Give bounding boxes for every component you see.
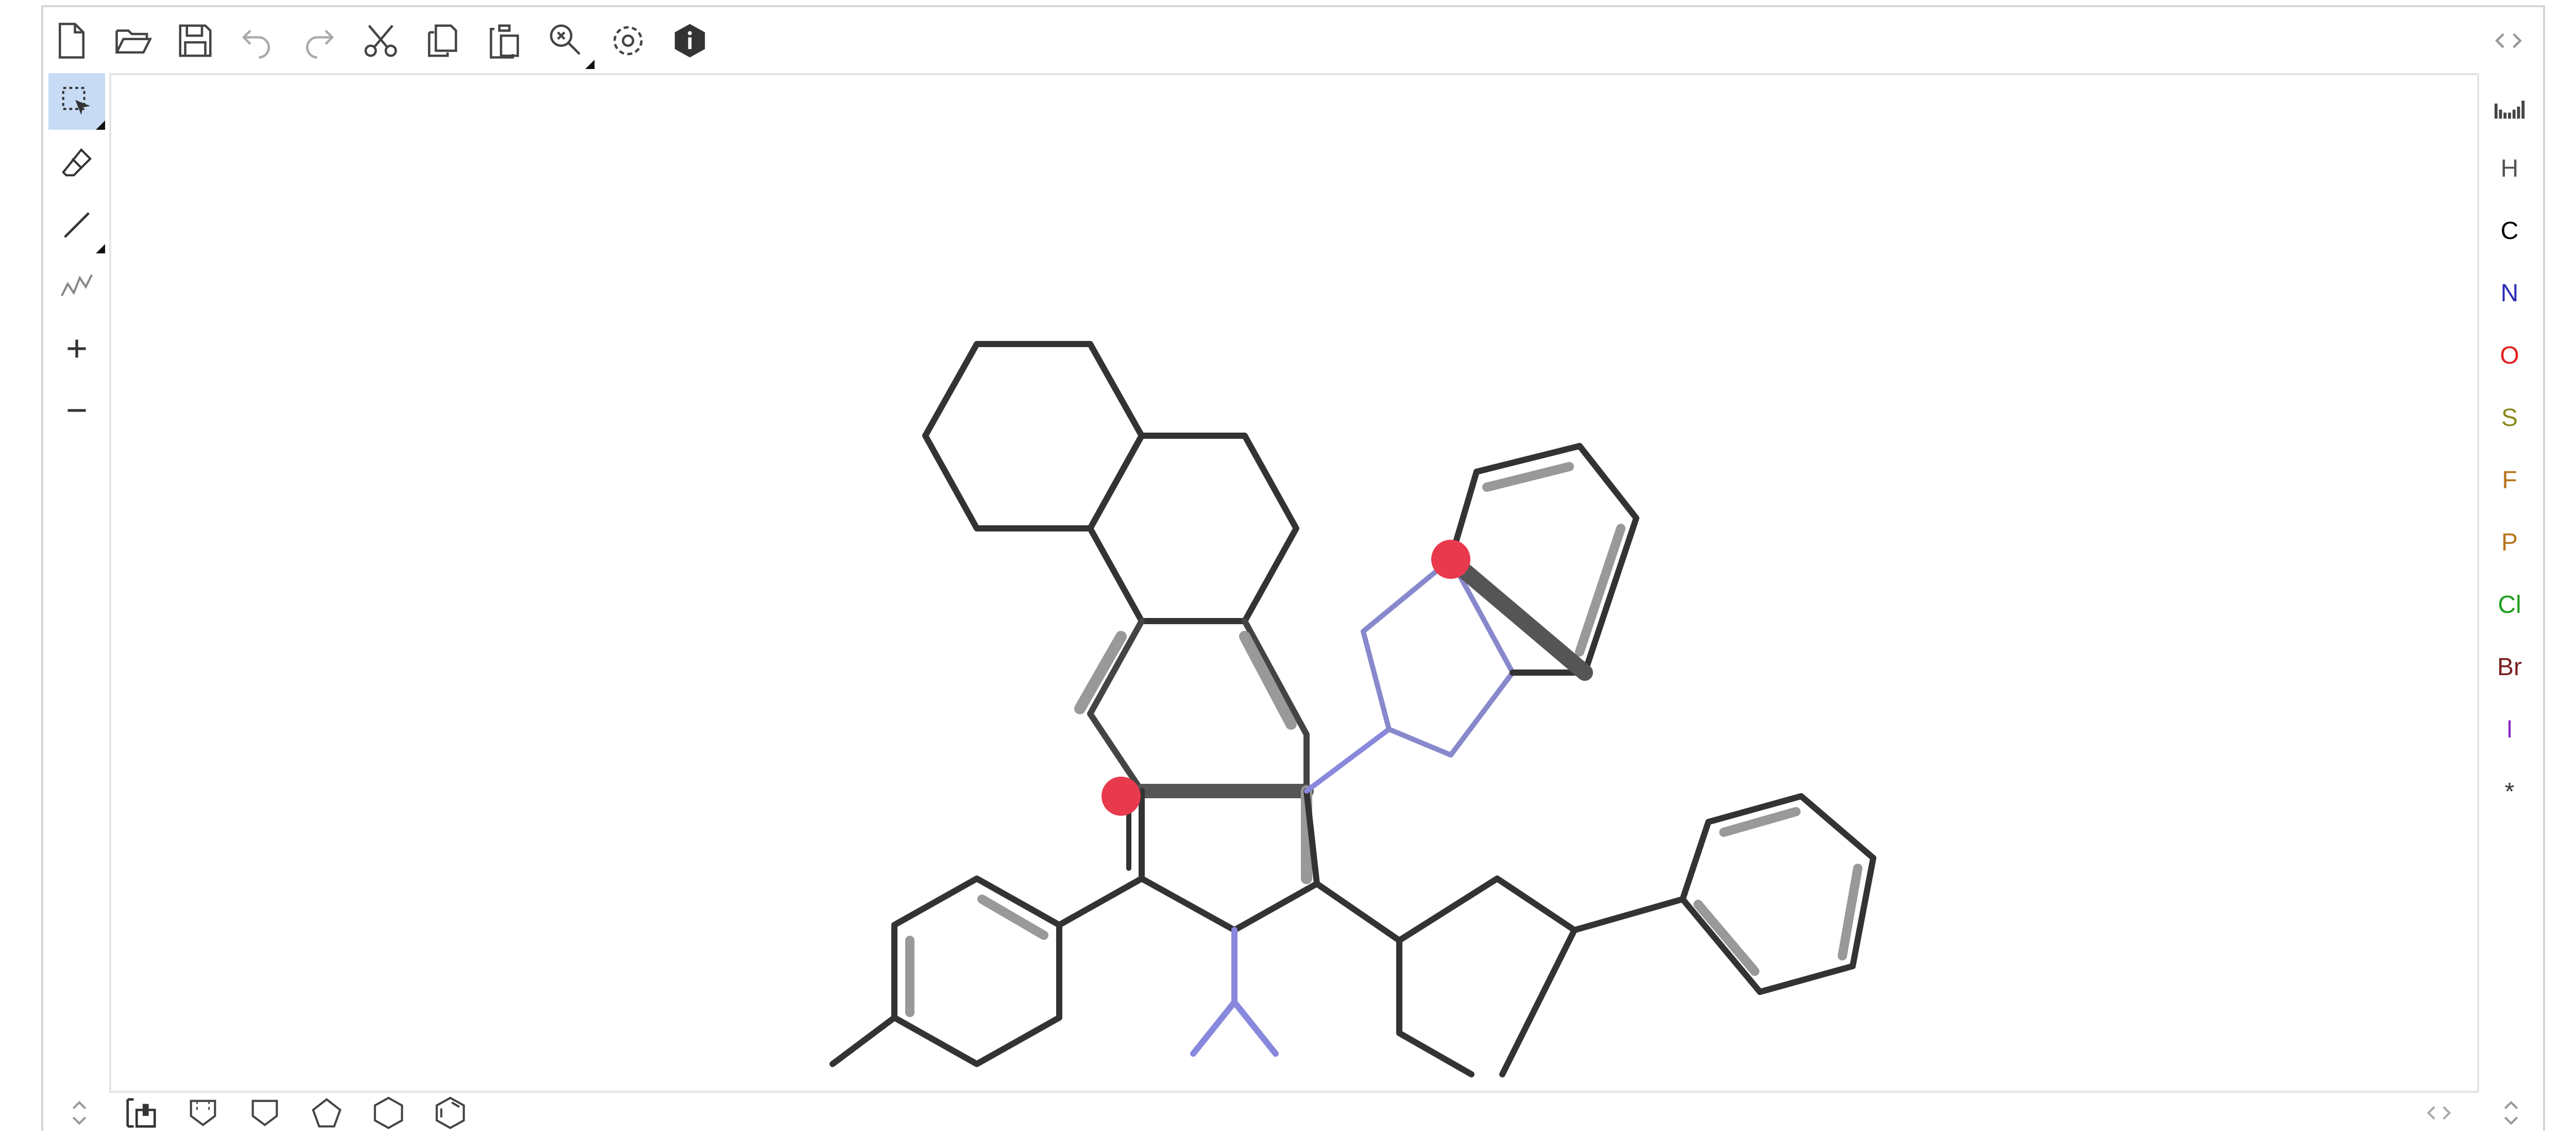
bottom-scroll-horizontal[interactable] (2413, 1093, 2465, 1133)
benzene-button[interactable] (425, 1093, 476, 1133)
info-icon (674, 24, 705, 58)
toolbar-scroll-horizontal[interactable] (2480, 12, 2537, 69)
cyclobutane-button[interactable] (239, 1093, 291, 1133)
cyclopentane-button[interactable] (301, 1093, 352, 1133)
new-document-icon (58, 23, 85, 59)
atom-button-C[interactable]: C (2476, 202, 2543, 259)
submenu-indicator (96, 121, 105, 130)
copy-button[interactable] (414, 12, 471, 69)
bond-ring-cyclopentane[interactable] (1314, 876, 1578, 1077)
bond-ring-benzene-right[interactable] (1680, 793, 1876, 995)
atom-button-H[interactable]: H (2476, 140, 2543, 197)
atom-button-Br[interactable]: Br (2476, 639, 2543, 695)
bottom-scroll-vertical-right[interactable] (2485, 1093, 2537, 1133)
zoom-menu-icon (550, 24, 581, 55)
bottom-toolbar (43, 1093, 2543, 1133)
cyclohexane-icon (374, 1096, 403, 1129)
settings-gear-icon (613, 26, 643, 56)
periodic-table-button[interactable] (2476, 78, 2543, 135)
charge-minus-icon (67, 409, 86, 412)
highlighted-atom-1[interactable] (1101, 777, 1141, 816)
drawing-canvas[interactable] (109, 73, 2479, 1093)
bond-link-right[interactable] (1571, 896, 1686, 933)
cyclopropane-icon (190, 1100, 216, 1126)
submenu-indicator (96, 244, 105, 253)
bond-ring-middle[interactable] (1087, 618, 1310, 794)
chevron-up-down-icon (72, 1101, 87, 1125)
highlighted-atom-2[interactable] (1431, 540, 1470, 579)
right-toolbar: H C N O S F P Cl Br I * (2476, 73, 2543, 1103)
cyclopropane-button[interactable] (177, 1093, 229, 1133)
select-tool-button[interactable] (48, 73, 105, 130)
charge-plus-button[interactable] (48, 320, 105, 377)
save-button[interactable] (167, 12, 224, 69)
bond-bridge-heavy (1443, 551, 1593, 681)
open-folder-icon (115, 29, 152, 54)
bond-ring-cyclohexane[interactable] (922, 341, 1145, 531)
open-button[interactable] (105, 12, 162, 69)
bond-ring-pyrrole[interactable] (1139, 788, 1320, 933)
submenu-indicator (585, 60, 595, 69)
structure-editor: H C N O S F P Cl Br I * (41, 5, 2545, 1131)
redo-icon (306, 29, 334, 59)
bond-aromatic-left (905, 895, 1048, 1017)
atom-button-P[interactable]: P (2476, 514, 2543, 571)
single-bond-icon (64, 212, 90, 238)
cut-icon (364, 25, 397, 57)
eraser-icon (62, 148, 92, 177)
atom-button-F[interactable]: F (2476, 452, 2543, 508)
chain-tool-button[interactable] (48, 259, 105, 315)
bond-ring-benzene-left[interactable] (891, 876, 1062, 1067)
charge-plus-icon (67, 339, 86, 358)
copy-icon (428, 24, 457, 57)
bond-tail-left[interactable] (829, 1015, 897, 1067)
template-icon (126, 1098, 156, 1128)
bond-double-2 (1239, 631, 1297, 730)
cyclohexane-button[interactable] (363, 1093, 414, 1133)
left-toolbar (43, 73, 110, 1103)
template-button[interactable] (115, 1093, 167, 1133)
bond-n-link[interactable] (1304, 727, 1392, 794)
chevron-left-right-icon (2495, 33, 2522, 48)
bond-link-left[interactable] (1056, 876, 1145, 928)
chevron-left-right-icon (2427, 1106, 2451, 1120)
atom-button-O[interactable]: O (2476, 327, 2543, 384)
zoom-menu-button[interactable] (538, 12, 595, 69)
chevron-up-down-icon (2504, 1101, 2518, 1125)
undo-icon (242, 29, 270, 59)
select-lasso-icon (62, 87, 91, 115)
atom-button-S[interactable]: S (2476, 389, 2543, 446)
cyclopentane-icon (312, 1098, 342, 1128)
undo-button[interactable] (229, 12, 285, 69)
bond-n-amine[interactable] (1190, 927, 1279, 1057)
atom-button-I[interactable]: I (2476, 701, 2543, 758)
new-document-button[interactable] (43, 12, 100, 69)
benzene-icon (435, 1096, 465, 1129)
atom-button-any[interactable]: * (2476, 763, 2543, 820)
cut-button[interactable] (352, 12, 409, 69)
redo-button[interactable] (291, 12, 347, 69)
cyclobutane-icon (251, 1100, 278, 1126)
charge-minus-button[interactable] (48, 382, 105, 439)
settings-button[interactable] (600, 12, 656, 69)
bottom-scroll-vertical-left[interactable] (54, 1093, 105, 1133)
bond-tool-button[interactable] (48, 197, 105, 253)
top-toolbar (43, 7, 2543, 73)
molecule-drawing (829, 341, 1876, 1077)
chain-icon (61, 274, 93, 297)
paste-icon (489, 24, 519, 59)
paste-button[interactable] (476, 12, 533, 69)
eraser-tool-button[interactable] (48, 135, 105, 192)
atom-button-N[interactable]: N (2476, 265, 2543, 321)
periodic-table-icon (2494, 100, 2525, 119)
atom-button-Cl[interactable]: Cl (2476, 576, 2543, 633)
save-icon (179, 24, 212, 57)
bond-ring-fused[interactable] (1087, 433, 1299, 624)
info-button[interactable] (662, 12, 718, 69)
